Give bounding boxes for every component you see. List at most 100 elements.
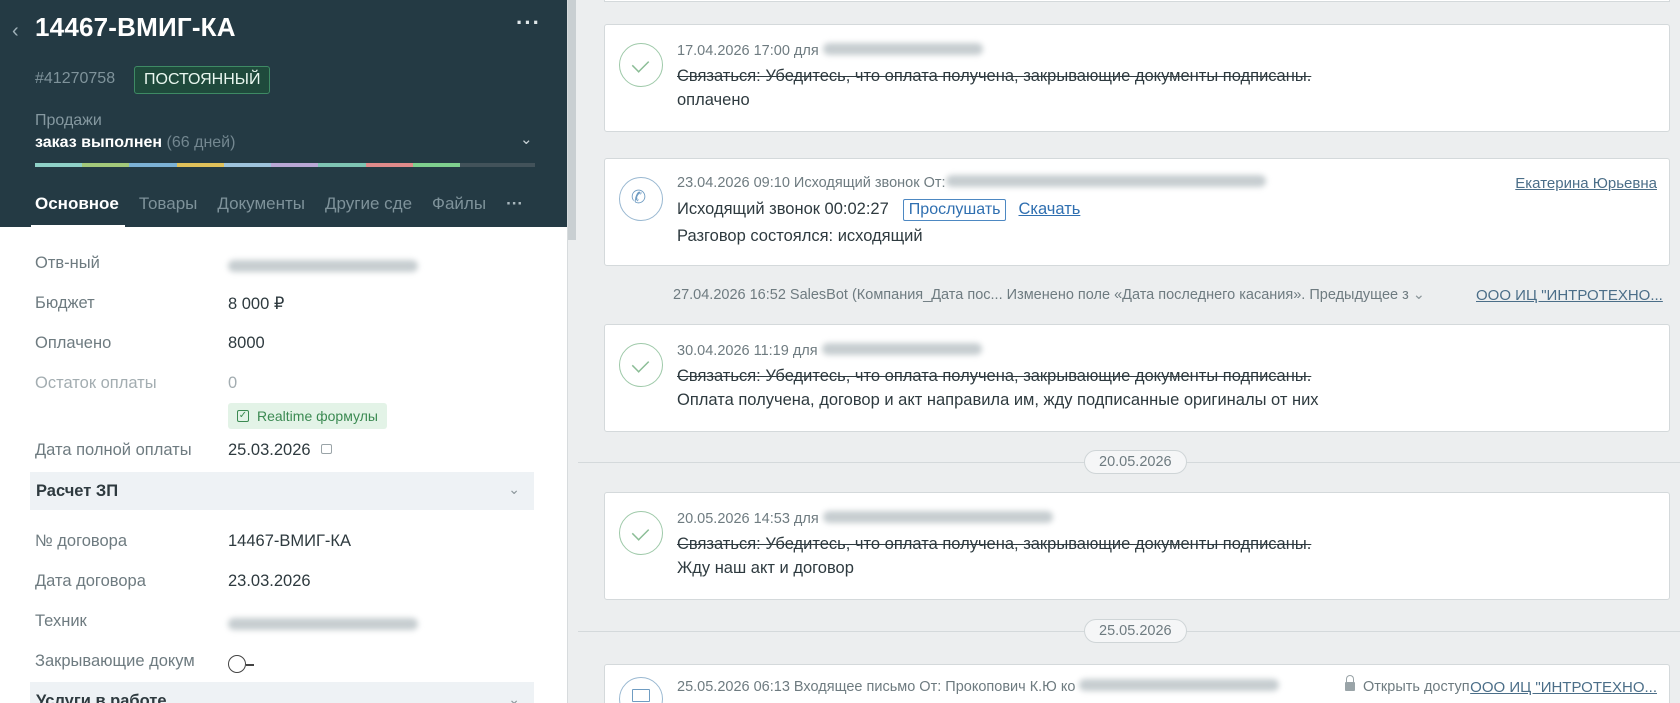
tab-documents[interactable]: Документы (217, 194, 305, 214)
technician-label: Техник (35, 612, 87, 630)
task-card[interactable]: 20.05.2026 14:53 для Связаться: Убедитес… (604, 492, 1670, 600)
deal-tabs: Основное Товары Документы Другие сде Фай… (31, 194, 523, 228)
task-done-icon (619, 43, 663, 87)
date-separator: 20.05.2026 (578, 448, 1680, 478)
toggle-icon[interactable] (228, 655, 246, 673)
full-pay-date-value: 25.03.2026 (228, 441, 311, 459)
chevron-down-icon[interactable]: ⌄ (520, 130, 533, 148)
contract-no-label: № договора (35, 532, 128, 550)
budget-value[interactable]: 8 000 ₽ (228, 294, 284, 314)
open-access-button[interactable]: Открыть доступ (1345, 675, 1470, 695)
stage-select[interactable]: заказ выполнен (66 дней) (35, 134, 235, 152)
progress-segment (176, 163, 224, 167)
remaining-label: Остаток оплаты (35, 374, 157, 392)
company-link[interactable]: ООО ИЦ "ИНТРОТЕХНО... (1476, 287, 1663, 304)
budget-label: Бюджет (35, 294, 95, 312)
call-line: Исходящий звонок 00:02:27 Прослушать Скача… (677, 199, 1080, 221)
task-result: оплачено (677, 91, 750, 109)
task-done-icon (619, 343, 663, 387)
date-pill: 25.05.2026 (1084, 619, 1187, 643)
progress-segment (35, 163, 83, 167)
mail-meta-text: 25.05.2026 06:13 Входящее письмо От: Про… (677, 679, 1076, 695)
paid-value[interactable]: 8000 (228, 334, 265, 353)
mail-card[interactable]: 25.05.2026 06:13 Входящее письмо От: Про… (604, 664, 1670, 703)
responsible-label: Отв-ный (35, 254, 100, 272)
chevron-down-icon[interactable]: ⌄ (508, 691, 520, 703)
phone-outgoing-icon: ✆ (619, 177, 663, 221)
left-panel-scrollbar[interactable] (568, 0, 576, 240)
task-result: Жду наш акт и договор (677, 559, 854, 577)
assignee-redacted (822, 511, 1053, 523)
tab-other-deals[interactable]: Другие сде (325, 194, 412, 214)
stage-label: заказ выполнен (35, 134, 163, 151)
progress-segment (412, 163, 460, 167)
tab-main[interactable]: Основное (31, 194, 125, 228)
field-budget: Бюджет 8 000 ₽ (35, 294, 535, 322)
responsible-value-redacted[interactable] (228, 258, 418, 277)
deal-card-panel: ‹ 14467-ВМИГ-КА ··· #41270758 ПОСТОЯННЫЙ… (0, 0, 568, 703)
section-services[interactable]: Услуги в работе ⌄ (30, 682, 534, 703)
tab-products[interactable]: Товары (139, 194, 197, 214)
more-menu-icon[interactable]: ··· (516, 10, 541, 36)
field-remaining: Остаток оплаты 0 (35, 374, 535, 402)
tab-files[interactable]: Файлы (432, 194, 486, 214)
field-paid: Оплачено 8000 (35, 334, 535, 362)
status-badge[interactable]: ПОСТОЯННЫЙ (134, 66, 271, 94)
progress-segment (271, 163, 319, 167)
assignee-redacted (822, 43, 983, 55)
contract-no-value[interactable]: 14467-ВМИГ-КА (228, 532, 351, 551)
task-text: Связаться: Убедитесь, что оплата получен… (677, 67, 1312, 85)
chevron-left-icon[interactable]: ‹ (12, 20, 19, 43)
stage-progress-bar (35, 163, 535, 167)
deal-title[interactable]: 14467-ВМИГ-КА (35, 12, 236, 43)
field-closing-docs: Закрывающие докум (35, 652, 535, 680)
listen-button[interactable]: Прослушать (902, 199, 1007, 221)
deal-id: #41270758 (35, 70, 116, 87)
task-meta-text: 17.04.2026 17:00 для (677, 43, 819, 59)
task-card[interactable]: 30.04.2026 11:19 для Связаться: Убедитес… (604, 324, 1670, 432)
toggle-track (246, 664, 254, 666)
contract-date-value[interactable]: 23.03.2026 (228, 572, 311, 591)
sender-redacted (1079, 679, 1280, 691)
system-event-text: 27.04.2026 16:52 SalesBot (Компания_Дата… (673, 287, 1409, 303)
field-technician: Техник (35, 612, 535, 640)
progress-segment (365, 163, 413, 167)
technician-value-redacted[interactable] (228, 616, 418, 635)
activity-feed: 17.04.2026 17:00 для Связаться: Убедитес… (578, 0, 1680, 703)
progress-segment (82, 163, 130, 167)
calendar-icon[interactable] (320, 443, 332, 454)
assignee-redacted (821, 343, 982, 355)
deal-header: ‹ 14467-ВМИГ-КА ··· #41270758 ПОСТОЯННЫЙ… (0, 0, 567, 228)
call-meta-text: 23.04.2026 09:10 Исходящий звонок От: (677, 175, 946, 191)
full-pay-date-label: Дата полной оплаты (35, 441, 192, 459)
task-meta: 30.04.2026 11:19 для (677, 343, 982, 359)
section-services-title: Услуги в работе (36, 692, 167, 703)
call-card[interactable]: ✆ 23.04.2026 09:10 Исходящий звонок От: … (604, 158, 1670, 266)
task-meta-text: 30.04.2026 11:19 для (677, 343, 818, 359)
progress-segment (223, 163, 272, 167)
full-pay-date-field[interactable]: 25.03.2026 (228, 441, 332, 460)
download-link[interactable]: Скачать (1018, 200, 1080, 218)
chevron-down-icon[interactable]: ⌄ (1413, 287, 1425, 303)
previous-card-edge (604, 0, 1670, 2)
section-salary[interactable]: Расчет ЗП ⌄ (30, 472, 534, 510)
call-meta: 23.04.2026 09:10 Исходящий звонок От: (677, 175, 1266, 191)
field-full-pay-date: Дата полной оплаты 25.03.2026 (35, 441, 535, 469)
task-meta: 20.05.2026 14:53 для (677, 511, 1053, 527)
caller-redacted (945, 175, 1266, 187)
tabs-more-icon[interactable]: ··· (506, 194, 523, 214)
mail-meta: 25.05.2026 06:13 Входящее письмо От: Про… (677, 679, 1280, 695)
remaining-value: 0 (228, 374, 238, 392)
chevron-down-icon[interactable]: ⌄ (508, 481, 520, 498)
task-meta-text: 20.05.2026 14:53 для (677, 511, 819, 527)
task-card[interactable]: 17.04.2026 17:00 для Связаться: Убедитес… (604, 24, 1670, 132)
call-author-link[interactable]: Екатерина Юрьевна (1515, 175, 1657, 192)
field-contract-date: Дата договора 23.03.2026 (35, 572, 535, 600)
call-title: Исходящий звонок 00:02:27 (677, 200, 889, 218)
task-text: Связаться: Убедитесь, что оплата получен… (677, 367, 1312, 385)
date-separator: 25.05.2026 (578, 617, 1680, 647)
company-link[interactable]: ООО ИЦ "ИНТРОТЕХНО... (1470, 679, 1657, 696)
task-done-icon (619, 511, 663, 555)
pipeline-name: Продажи (35, 112, 102, 129)
realtime-formulas-badge[interactable]: ✓ Realtime формулы (228, 403, 387, 429)
